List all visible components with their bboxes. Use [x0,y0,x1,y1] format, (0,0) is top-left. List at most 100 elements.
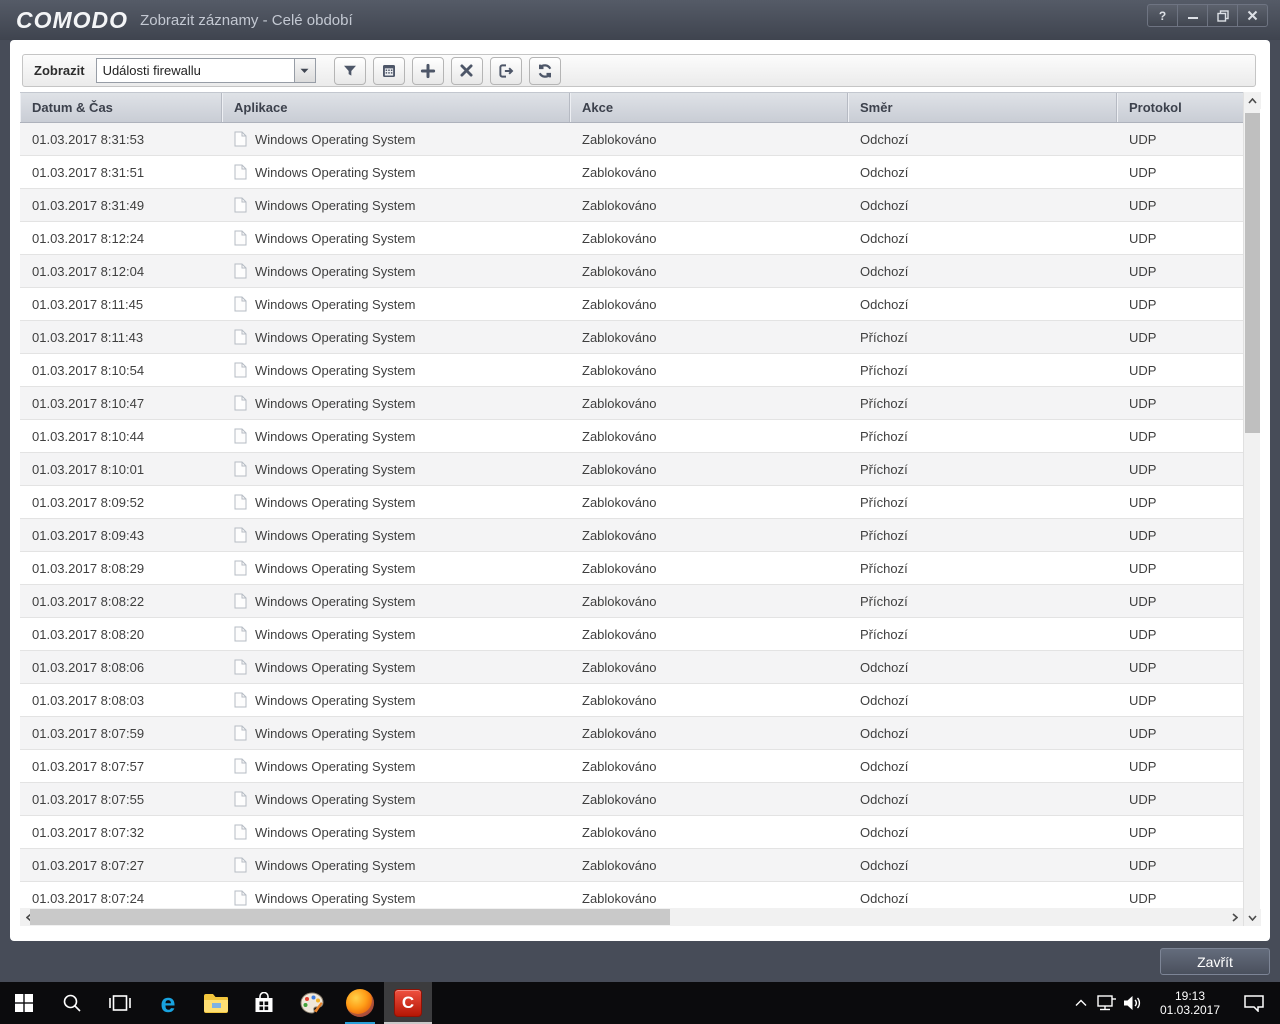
column-header-datetime[interactable]: Datum & Čas [20,93,222,122]
cell-datetime: 01.03.2017 8:09:52 [20,486,222,518]
table-row[interactable]: 01.03.2017 8:07:32 Windows Operating Sys… [20,816,1243,849]
file-icon [234,197,247,213]
export-button[interactable] [490,57,522,85]
close-button[interactable]: Zavřít [1160,948,1270,975]
calendar-icon [380,62,398,80]
start-button[interactable] [0,982,48,1024]
horizontal-scrollbar[interactable] [20,908,1243,926]
restore-button[interactable] [1207,5,1237,26]
scroll-right-button[interactable] [1226,908,1243,926]
file-icon [234,560,247,576]
table-header: Datum & Čas Aplikace Akce Směr Protokol [20,92,1243,123]
log-table: Datum & Čas Aplikace Akce Směr Protokol … [20,92,1260,926]
dropdown-arrow-button[interactable] [294,59,315,82]
table-row[interactable]: 01.03.2017 8:31:49 Windows Operating Sys… [20,189,1243,222]
table-row[interactable]: 01.03.2017 8:07:55 Windows Operating Sys… [20,783,1243,816]
task-view-button[interactable] [96,982,144,1024]
tray-expand-button[interactable] [1068,982,1094,1024]
refresh-button[interactable] [529,57,561,85]
cell-action: Zablokováno [570,849,848,881]
action-center-button[interactable] [1234,982,1274,1024]
column-header-application[interactable]: Aplikace [222,93,570,122]
table-row[interactable]: 01.03.2017 8:10:47 Windows Operating Sys… [20,387,1243,420]
toolbar-buttons [334,57,561,85]
cell-protocol: UDP [1117,519,1243,551]
cell-protocol: UDP [1117,585,1243,617]
store-icon [254,992,274,1014]
file-explorer-button[interactable] [192,982,240,1024]
table-row[interactable]: 01.03.2017 8:07:59 Windows Operating Sys… [20,717,1243,750]
chevron-down-icon [300,68,309,74]
cell-action: Zablokováno [570,651,848,683]
table-row[interactable]: 01.03.2017 8:10:54 Windows Operating Sys… [20,354,1243,387]
table-row[interactable]: 01.03.2017 8:07:27 Windows Operating Sys… [20,849,1243,882]
cell-application: Windows Operating System [222,552,570,584]
cell-direction: Příchozí [848,552,1117,584]
table-row[interactable]: 01.03.2017 8:31:51 Windows Operating Sys… [20,156,1243,189]
cell-application: Windows Operating System [222,288,570,320]
store-button[interactable] [240,982,288,1024]
table-row[interactable]: 01.03.2017 8:09:43 Windows Operating Sys… [20,519,1243,552]
cell-protocol: UDP [1117,684,1243,716]
cell-protocol: UDP [1117,222,1243,254]
table-row[interactable]: 01.03.2017 8:08:22 Windows Operating Sys… [20,585,1243,618]
filter-button[interactable] [334,57,366,85]
close-window-button[interactable] [1237,5,1267,26]
table-row[interactable]: 01.03.2017 8:08:20 Windows Operating Sys… [20,618,1243,651]
horizontal-scrollbar-thumb[interactable] [30,909,670,925]
table-row[interactable]: 01.03.2017 8:12:24 Windows Operating Sys… [20,222,1243,255]
table-row[interactable]: 01.03.2017 8:11:43 Windows Operating Sys… [20,321,1243,354]
screen: COMODO Zobrazit záznamy - Celé období ? … [0,0,1280,1024]
scroll-down-button[interactable] [1244,909,1261,926]
table-row[interactable]: 01.03.2017 8:08:03 Windows Operating Sys… [20,684,1243,717]
cell-datetime: 01.03.2017 8:31:51 [20,156,222,188]
table-row[interactable]: 01.03.2017 8:07:57 Windows Operating Sys… [20,750,1243,783]
cell-direction: Příchozí [848,585,1117,617]
firefox-button[interactable] [336,982,384,1024]
column-header-protocol[interactable]: Protokol [1117,93,1243,122]
table-row[interactable]: 01.03.2017 8:31:53 Windows Operating Sys… [20,123,1243,156]
paint-button[interactable] [288,982,336,1024]
column-header-direction[interactable]: Směr [848,93,1117,122]
taskbar-search-button[interactable] [48,982,96,1024]
table-row[interactable]: 01.03.2017 8:08:06 Windows Operating Sys… [20,651,1243,684]
cell-protocol: UDP [1117,618,1243,650]
file-icon [234,593,247,609]
vertical-scrollbar-thumb[interactable] [1245,113,1260,433]
file-icon [234,362,247,378]
vertical-scrollbar[interactable] [1243,92,1260,926]
speaker-icon [1123,995,1143,1011]
cell-direction: Odchozí [848,156,1117,188]
cell-datetime: 01.03.2017 8:08:03 [20,684,222,716]
table-row[interactable]: 01.03.2017 8:12:04 Windows Operating Sys… [20,255,1243,288]
add-filter-button[interactable] [412,57,444,85]
remove-filter-button[interactable] [451,57,483,85]
table-row[interactable]: 01.03.2017 8:10:44 Windows Operating Sys… [20,420,1243,453]
cell-datetime: 01.03.2017 8:07:57 [20,750,222,782]
cell-protocol: UDP [1117,486,1243,518]
file-icon [234,329,247,345]
cell-protocol: UDP [1117,552,1243,584]
cell-protocol: UDP [1117,354,1243,386]
cell-action: Zablokováno [570,684,848,716]
network-tray-button[interactable] [1094,982,1120,1024]
table-row[interactable]: 01.03.2017 8:08:29 Windows Operating Sys… [20,552,1243,585]
edge-button[interactable]: e [144,982,192,1024]
log-type-dropdown[interactable]: Události firewallu [96,58,316,83]
cell-datetime: 01.03.2017 8:10:54 [20,354,222,386]
calendar-button[interactable] [373,57,405,85]
table-row[interactable]: 01.03.2017 8:09:52 Windows Operating Sys… [20,486,1243,519]
chevron-right-icon [1232,913,1238,922]
column-header-action[interactable]: Akce [570,93,848,122]
file-icon [234,725,247,741]
volume-tray-button[interactable] [1120,982,1146,1024]
comodo-taskbar-button[interactable]: C [384,982,432,1024]
file-icon [234,626,247,642]
scroll-up-button[interactable] [1244,92,1261,109]
minimize-button[interactable] [1177,5,1207,26]
help-button[interactable]: ? [1148,5,1177,26]
table-row[interactable]: 01.03.2017 8:10:01 Windows Operating Sys… [20,453,1243,486]
cell-application: Windows Operating System [222,750,570,782]
table-row[interactable]: 01.03.2017 8:11:45 Windows Operating Sys… [20,288,1243,321]
taskbar-clock[interactable]: 19:13 01.03.2017 [1146,989,1234,1017]
